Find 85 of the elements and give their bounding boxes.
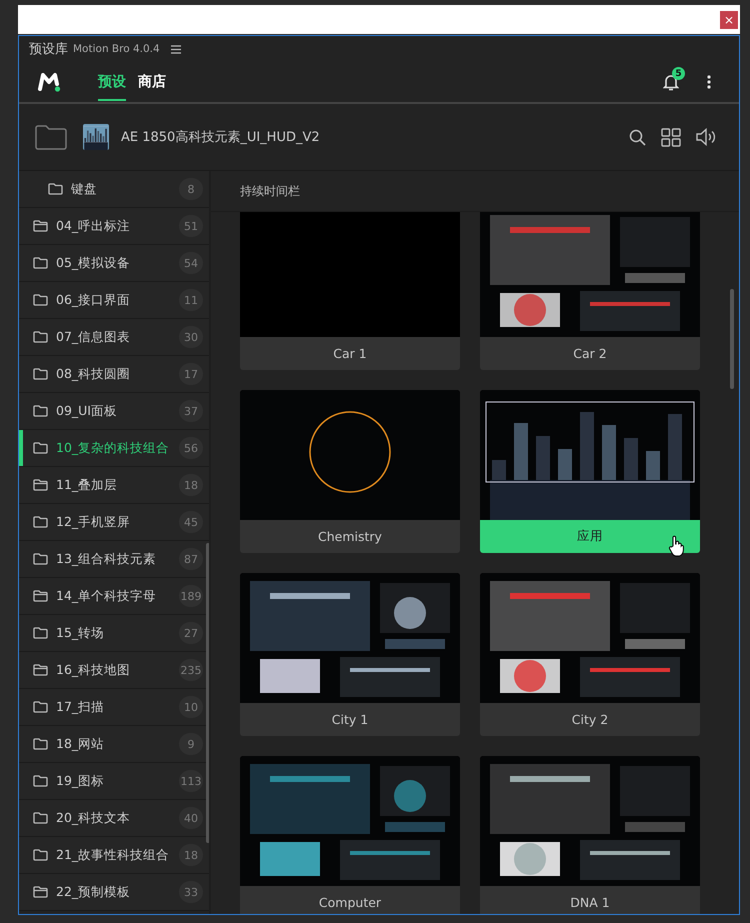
folder-label: 07_信息图表 (56, 328, 132, 346)
folders-icon (33, 664, 48, 676)
folder-label: 10_复杂的科技组合 (56, 440, 170, 456)
count-badge: 87 (179, 548, 203, 570)
folder-icon (33, 257, 48, 269)
folder-label: 17_扫描 (56, 698, 106, 716)
folder-icon (33, 516, 48, 528)
nav-tab[interactable]: 商店 (138, 73, 166, 101)
folder-label: 13_组合科技元素 (56, 550, 158, 568)
apply-button[interactable]: 应用 (480, 520, 700, 553)
folder-label: 11_叠加层 (56, 476, 118, 494)
count-badge: 45 (179, 511, 203, 533)
count-badge: 51 (179, 215, 203, 237)
notification-badge: 5 (672, 67, 685, 80)
folder-label: 06_接口界面 (56, 292, 132, 308)
count-badge: 8 (179, 178, 203, 200)
preset-label: Car 2 (480, 337, 700, 370)
sidebar-item[interactable]: 10_复杂的科技组合 56 (19, 430, 209, 467)
folder-label: 05_模拟设备 (56, 254, 132, 272)
count-badge: 40 (179, 807, 203, 829)
count-badge: 18 (179, 474, 203, 496)
preset-label: Chemistry (240, 520, 460, 553)
close-button[interactable]: × (720, 10, 738, 28)
folder-icon (33, 368, 48, 380)
nav-tab[interactable]: 预设 (98, 73, 126, 101)
panel-title: 预设库 (29, 41, 68, 58)
folder-icon (33, 849, 48, 861)
thumbnail[interactable] (240, 212, 460, 337)
folder-icon (33, 775, 48, 787)
folder-label: 12_手机竖屏 (56, 514, 132, 530)
logo-icon[interactable] (38, 72, 62, 92)
grid-view-icon[interactable] (661, 128, 681, 146)
count-badge: 17 (179, 363, 203, 385)
folder-icon (33, 442, 48, 454)
folder-icon (33, 553, 48, 565)
folder-icon (33, 627, 48, 639)
folders-icon (33, 886, 48, 898)
folders-icon (33, 220, 48, 232)
folders-icon (33, 590, 48, 602)
count-badge: 9 (179, 733, 203, 755)
folder-label: 16_科技地图 (56, 662, 132, 678)
count-badge: 54 (179, 252, 203, 274)
menu-icon[interactable] (170, 44, 181, 54)
count-badge: 27 (179, 622, 203, 644)
count-badge: 30 (179, 326, 203, 348)
count-badge: 113 (179, 770, 203, 792)
folder-label: 08_科技圆圈 (56, 366, 132, 382)
folder-label: 04_呼出标注 (56, 218, 132, 234)
folder-label: 09_UI面板 (56, 402, 118, 420)
folder-icon (33, 405, 48, 417)
folder-label: 22_预制模板 (56, 884, 132, 900)
folders-icon (33, 479, 48, 491)
preset-label: City 1 (240, 703, 460, 736)
folder-label: 18_网站 (56, 736, 106, 752)
folder-label: 14_单个科技字母 (56, 588, 158, 604)
count-badge: 37 (179, 400, 203, 422)
folder-label: 19_图标 (56, 772, 106, 790)
folder-icon (33, 294, 48, 306)
folder-icon (33, 738, 48, 750)
more-icon[interactable] (707, 75, 711, 89)
folder-label: 21_故事性科技组合 (56, 846, 170, 864)
speaker-icon[interactable] (696, 128, 717, 146)
count-badge: 235 (179, 659, 203, 681)
folder-icon[interactable] (35, 124, 67, 150)
count-badge: 56 (179, 437, 203, 459)
preset-label: Car 1 (240, 337, 460, 370)
app-version: Motion Bro 4.0.4 (73, 43, 160, 55)
pack-title: AE 1850高科技元素_UI_HUD_V2 (121, 129, 321, 146)
folder-icon (33, 812, 48, 824)
count-badge: 18 (179, 844, 203, 866)
folder-icon (33, 701, 48, 713)
folder-label: 15_转场 (56, 624, 106, 642)
hand-cursor-icon (668, 535, 684, 557)
folder-label: 键盘 (71, 180, 98, 198)
folder-icon (33, 331, 48, 343)
count-badge: 11 (179, 289, 203, 311)
folder-label: 20_科技文本 (56, 810, 132, 826)
search-icon[interactable] (629, 128, 646, 146)
count-badge: 189 (179, 585, 203, 607)
folder-icon (48, 183, 63, 195)
count-badge: 10 (179, 696, 203, 718)
preset-label: City 2 (480, 703, 700, 736)
preset-label: Computer (240, 886, 460, 914)
count-badge: 33 (179, 881, 203, 903)
preset-label: DNA 1 (480, 886, 700, 914)
